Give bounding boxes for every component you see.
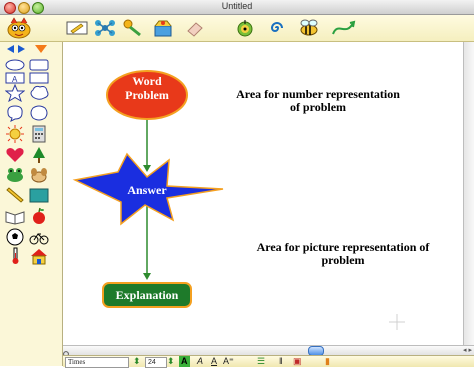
pencil-icon[interactable]: [4, 187, 26, 205]
zoom-search-icon[interactable]: [63, 346, 71, 359]
box-icon[interactable]: [150, 17, 176, 39]
symbol-palette: A: [0, 42, 63, 366]
svg-text:A: A: [12, 75, 18, 84]
link-icon[interactable]: [120, 17, 146, 39]
dog-icon[interactable]: [28, 166, 50, 184]
note-number-line2: of problem: [289, 100, 347, 114]
font-size-field[interactable]: 24: [145, 357, 167, 368]
note-picture-area[interactable]: Area for picture representation of probl…: [225, 241, 461, 267]
star-shape[interactable]: [4, 84, 26, 102]
explanation-label: Explanation: [115, 288, 179, 302]
palette-back-forward-icon[interactable]: [6, 43, 26, 55]
text-style-button[interactable]: A⁼: [223, 356, 234, 367]
spiral-icon[interactable]: [264, 17, 290, 39]
top-toolbar: [0, 15, 474, 42]
apple-icon[interactable]: [28, 207, 50, 225]
frog-icon[interactable]: [4, 166, 26, 184]
soccer-ball-icon[interactable]: [4, 228, 26, 246]
note-picture-line2: problem: [321, 253, 365, 267]
font-select[interactable]: Times: [65, 357, 129, 368]
picture-icon[interactable]: ▣: [293, 356, 302, 367]
answer-label: Answer: [127, 183, 167, 197]
chalkboard-icon[interactable]: [28, 187, 50, 205]
tree-icon[interactable]: [28, 146, 50, 164]
app-window: Untitled A Word Problem Answer Explanati…: [0, 0, 474, 368]
pencil-icon[interactable]: [64, 17, 90, 39]
horizontal-scrollbar[interactable]: ◂ ▸: [63, 345, 474, 359]
thought-shape[interactable]: [4, 104, 26, 122]
heart-icon[interactable]: [4, 146, 26, 164]
format-bar: Times ⬍ 24 ⬍ A A A A⁼ ☰ ‖ ▣ ▮: [63, 355, 474, 368]
crosshair-icon: [389, 314, 405, 330]
bee-icon[interactable]: [296, 17, 322, 39]
calculator-icon[interactable]: [28, 125, 50, 143]
palette-menu-icon[interactable]: [32, 43, 50, 55]
house-icon[interactable]: [28, 247, 50, 265]
scroll-arrows-icon[interactable]: ◂ ▸: [463, 346, 472, 354]
align-icon[interactable]: ☰: [257, 356, 265, 367]
mascot-icon[interactable]: [4, 17, 34, 39]
thermometer-icon[interactable]: [4, 247, 26, 265]
size-stepper-icon[interactable]: ⬍: [167, 356, 175, 367]
cloud-shape[interactable]: [28, 84, 50, 102]
word-problem-label: Word Problem: [107, 74, 187, 102]
italic-button[interactable]: A: [197, 356, 203, 367]
bicycle-icon[interactable]: [28, 228, 50, 246]
book-icon[interactable]: [4, 207, 26, 225]
note-number-area[interactable]: Area for number representation of proble…: [203, 88, 433, 114]
vertical-scrollbar[interactable]: [463, 42, 474, 345]
word-problem-line2: Problem: [125, 88, 169, 102]
sun-icon[interactable]: [4, 125, 26, 143]
bold-button[interactable]: A: [179, 356, 190, 367]
window-title: Untitled: [221, 1, 253, 11]
curve-arrow-icon[interactable]: [330, 17, 356, 39]
color-swatch-icon[interactable]: ▮: [325, 356, 330, 367]
network-icon[interactable]: [92, 17, 118, 39]
diagram-canvas[interactable]: Word Problem Answer Explanation Area for…: [63, 42, 463, 345]
columns-icon[interactable]: ‖: [279, 356, 283, 367]
font-size-stepper-icon[interactable]: ⬍: [133, 356, 141, 367]
target-icon[interactable]: [232, 17, 258, 39]
word-problem-line1: Word: [132, 74, 162, 88]
eraser-icon[interactable]: [182, 17, 208, 39]
underline-button[interactable]: A: [211, 356, 217, 367]
title-bar: Untitled: [0, 0, 474, 15]
burst-shape[interactable]: [28, 104, 50, 122]
